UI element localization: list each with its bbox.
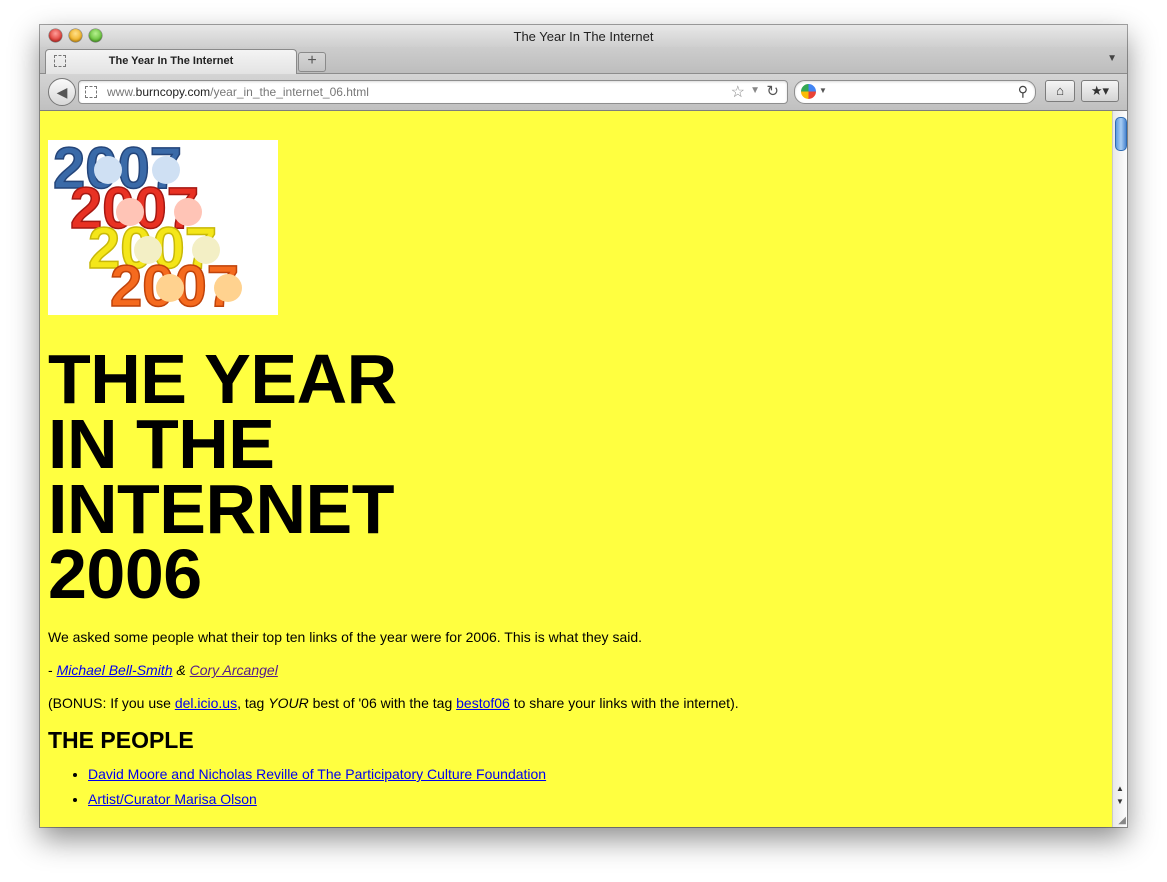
tab-active[interactable]: The Year In The Internet — [45, 49, 297, 74]
search-engine-dropdown-icon[interactable]: ▼ — [819, 86, 827, 95]
url-prefix: www. — [107, 85, 136, 99]
address-bar[interactable]: www.burncopy.com/year_in_the_internet_06… — [78, 80, 788, 104]
new-tab-button[interactable]: + — [298, 52, 326, 72]
bonus-emphasis: YOUR — [268, 695, 309, 711]
url-domain: burncopy.com — [135, 85, 211, 99]
intro-text: We asked some people what their top ten … — [48, 629, 643, 645]
scroll-down-arrow-icon[interactable]: ▼ — [1113, 797, 1127, 810]
bookmarks-icon: ★▾ — [1090, 83, 1110, 98]
page-headline: THE YEAR IN THE INTERNET 2006 — [48, 340, 397, 613]
bonus-part: , tag — [237, 695, 269, 711]
back-button[interactable]: ◀ — [48, 78, 76, 106]
byline-ampersand: & — [172, 662, 190, 678]
2007-glasses-image: 2007 2007 2007 2007 — [48, 135, 278, 320]
bonus-part: best of '06 with the tag — [308, 695, 457, 711]
bookmarks-button[interactable]: ★▾ — [1081, 80, 1119, 102]
author-link-michael-bell-smith[interactable]: Michael Bell-Smith — [57, 662, 173, 678]
headline-line: THE YEAR — [48, 340, 397, 418]
google-icon[interactable] — [801, 84, 816, 99]
navigation-toolbar: ◀ www.burncopy.com/year_in_the_internet_… — [40, 74, 1127, 111]
tab-label: The Year In The Internet — [108, 55, 234, 67]
list-item: Artist/Curator Marisa Olson — [88, 791, 546, 807]
site-identity-icon[interactable] — [85, 86, 97, 98]
list-item: David Moore and Nicholas Reville of The … — [88, 766, 546, 782]
reload-icon[interactable]: ↻ — [766, 82, 779, 100]
bookmark-star-icon[interactable]: ☆ — [731, 82, 745, 102]
person-link[interactable]: David Moore and Nicholas Reville of The … — [88, 766, 546, 782]
scroll-up-arrow-icon[interactable]: ▲ — [1113, 784, 1127, 797]
window-title: The Year In The Internet — [513, 29, 654, 44]
scrollbar-thumb[interactable] — [1115, 117, 1127, 151]
byline-prefix: - — [48, 662, 57, 678]
search-icon[interactable]: ⚲ — [1018, 83, 1028, 100]
page-favicon-icon — [54, 55, 66, 67]
headline-line: INTERNET — [48, 470, 394, 548]
bonus-part: to share your links with the internet). — [509, 695, 739, 711]
history-dropdown-icon[interactable]: ▼ — [750, 85, 760, 96]
bonus-part: (BONUS: If you use — [48, 695, 175, 711]
browser-window: The Year In The Internet The Year In The… — [40, 25, 1127, 827]
page-content: 2007 2007 2007 2007 THE YEAR IN THE INTE… — [40, 111, 1113, 827]
tab-list-chevron-icon[interactable]: ▼ — [1107, 53, 1117, 64]
people-heading: THE PEOPLE — [48, 727, 194, 753]
headline-line: 2006 — [48, 535, 202, 613]
vertical-scrollbar[interactable]: ▲ ▼ ◢ — [1112, 111, 1127, 827]
byline: - Michael Bell-Smith & Cory Arcangel — [48, 662, 278, 678]
home-icon: ⌂ — [1056, 83, 1064, 98]
url-path: /year_in_the_internet_06.html — [210, 85, 369, 99]
headline-line: IN THE — [48, 405, 275, 483]
back-arrow-icon: ◀ — [56, 84, 68, 100]
bonus-text: (BONUS: If you use del.icio.us, tag YOUR… — [48, 695, 739, 711]
tab-bar: The Year In The Internet + ▼ — [40, 47, 1127, 74]
bestof06-tag-link[interactable]: bestof06 — [456, 695, 510, 711]
url-text[interactable]: www.burncopy.com/year_in_the_internet_06… — [107, 85, 369, 99]
resize-grip-icon[interactable]: ◢ — [1118, 815, 1126, 826]
home-button[interactable]: ⌂ — [1045, 80, 1075, 102]
search-bar[interactable]: ▼ ⚲ — [794, 80, 1036, 104]
people-list: David Moore and Nicholas Reville of The … — [48, 766, 546, 816]
person-link[interactable]: Artist/Curator Marisa Olson — [88, 791, 257, 807]
title-bar: The Year In The Internet — [40, 25, 1127, 47]
author-link-cory-arcangel[interactable]: Cory Arcangel — [190, 662, 278, 678]
delicious-link[interactable]: del.icio.us — [175, 695, 237, 711]
